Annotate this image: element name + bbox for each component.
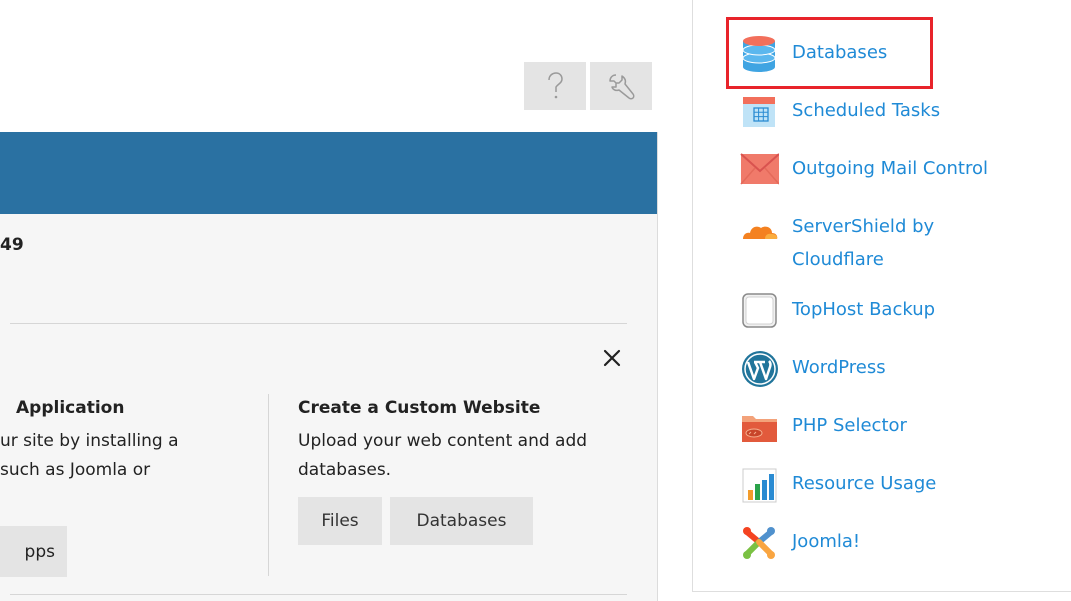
backup-drive-icon [738,290,780,330]
wrench-icon [606,71,636,101]
close-button[interactable] [597,345,627,375]
wordpress-icon [738,348,780,388]
sidebar-item-php-selector[interactable]: PHP Selector [738,406,907,446]
sidebar-item-tophost-backup[interactable]: TopHost Backup [738,290,935,330]
apps-button[interactable]: pps [0,526,67,577]
sidebar-item-label: Databases [792,42,888,63]
sidebar-item-label: WordPress [792,357,886,378]
cloud-icon [738,207,780,247]
question-mark-icon [545,71,565,101]
databases-button[interactable]: Databases [390,497,533,545]
sidebar-item-joomla[interactable]: Joomla! [738,522,860,562]
envelope-icon [738,149,780,189]
label-line: Cloudflare [792,249,884,270]
joomla-icon [738,522,780,562]
custom-website-title: Create a Custom Website [298,398,541,418]
bar-chart-icon [738,464,780,504]
calendar-icon [738,91,780,131]
sidebar-item-outgoing-mail-control[interactable]: Outgoing Mail Control [738,149,988,189]
card-title: Application [16,398,125,418]
php-folder-icon [738,406,780,446]
divider [10,594,627,595]
sidebar-item-resource-usage[interactable]: Resource Usage [738,464,936,504]
sidebar-item-servershield-cloudflare[interactable]: ServerShield by Cloudflare [738,207,934,276]
card-description-line: such as Joomla or [0,460,151,480]
files-button[interactable]: Files [298,497,382,545]
sidebar-item-label: Resource Usage [792,473,937,494]
panel-header-bar [0,132,657,214]
settings-button[interactable] [590,62,652,110]
sidebar-item-wordpress[interactable]: WordPress [738,348,886,388]
sidebar-item-label: Joomla! [792,531,861,552]
main-panel: 49 Application ur site by installing a s… [0,132,658,601]
divider [10,323,627,324]
sidebar-item-label: ServerShield by Cloudflare [792,207,934,276]
custom-website-description: Upload your web content and add database… [298,431,588,480]
sidebar-item-label: TopHost Backup [792,299,936,320]
sidebar-item-scheduled-tasks[interactable]: Scheduled Tasks [738,91,940,131]
database-icon [738,33,780,73]
sidebar-item-label: PHP Selector [792,415,907,436]
help-button[interactable] [524,62,586,110]
card-divider [268,394,269,576]
sidebar-item-label: Scheduled Tasks [792,100,941,121]
panel-title-fragment: 49 [0,235,24,255]
card-description-line: ur site by installing a [0,431,179,451]
sidebar-item-databases[interactable]: Databases [738,33,887,73]
sidebar-item-label: Outgoing Mail Control [792,158,988,179]
card-description: ur site by installing a such as Joomla o… [0,427,260,485]
label-line: ServerShield by [792,216,935,237]
close-icon [603,349,621,371]
